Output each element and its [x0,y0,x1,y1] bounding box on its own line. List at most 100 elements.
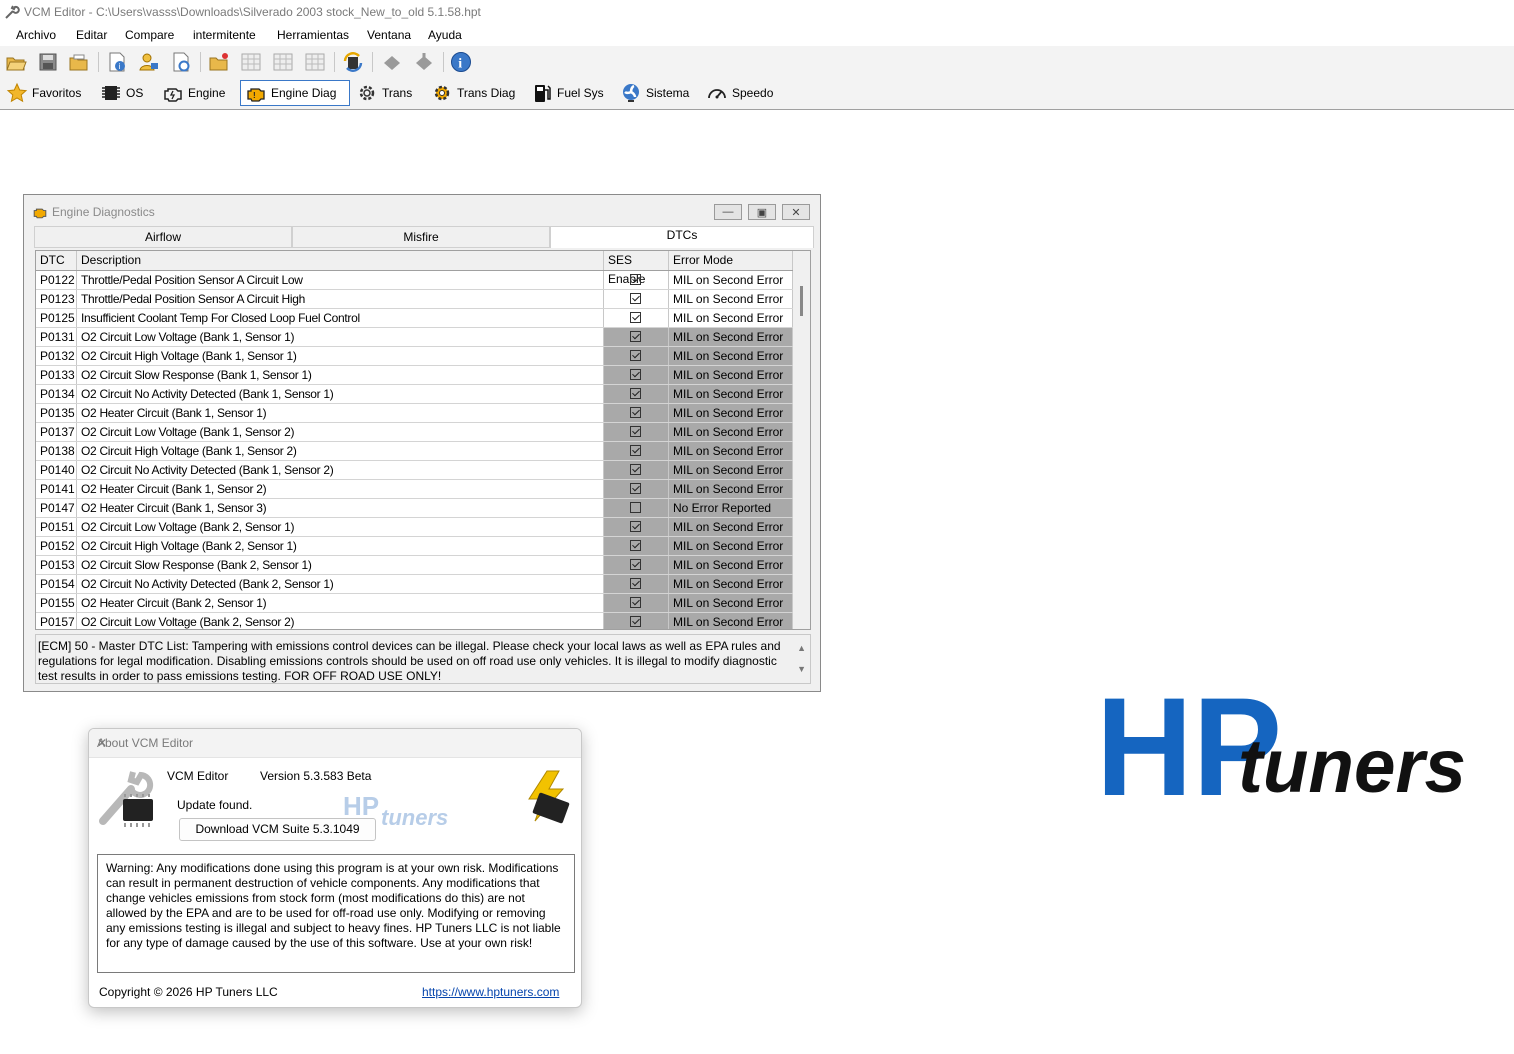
table-icon[interactable] [304,51,326,73]
table-row[interactable]: P0157 O2 Circuit Low Voltage (Bank 2, Sen… [36,613,793,629]
error-mode[interactable]: MIL on Second Error [669,404,793,422]
error-mode[interactable]: MIL on Second Error [669,290,793,308]
download-update-button[interactable]: Download VCM Suite 5.3.1049 [179,818,376,841]
ses-enable-checkbox[interactable] [630,426,641,437]
table-icon[interactable] [240,51,262,73]
error-mode[interactable]: No Error Reported [669,499,793,517]
table-row[interactable]: P0141 O2 Heater Circuit (Bank 1, Sensor 2… [36,480,793,499]
ses-enable-checkbox[interactable] [630,464,641,475]
menu-archivo[interactable]: Archivo [16,28,56,42]
error-mode[interactable]: MIL on Second Error [669,575,793,593]
table-row[interactable]: P0138 O2 Circuit High Voltage (Bank 1, Se… [36,442,793,461]
open-icon[interactable] [5,51,27,73]
table-row[interactable]: P0133 O2 Circuit Slow Response (Bank 1, S… [36,366,793,385]
error-mode[interactable]: MIL on Second Error [669,518,793,536]
menu-intermitente[interactable]: intermitente [193,28,256,42]
table-row[interactable]: P0155 O2 Heater Circuit (Bank 2, Sensor 1… [36,594,793,613]
nav-engine[interactable]: Engine [158,80,229,106]
maximize-button[interactable]: ▣ [748,204,776,220]
ses-enable-checkbox[interactable] [630,521,641,532]
col-description[interactable]: Description [77,251,604,270]
read-icon[interactable] [413,51,435,73]
info-icon[interactable]: i [450,51,472,73]
file-settings-icon[interactable] [170,51,192,73]
ses-enable-checkbox[interactable] [630,407,641,418]
ses-enable-checkbox[interactable] [630,350,641,361]
ses-enable-checkbox[interactable] [630,369,641,380]
scroll-up-arrow-icon[interactable]: ▲ [797,641,806,656]
nav-os[interactable]: OS [96,80,147,106]
ses-enable-checkbox[interactable] [630,616,641,627]
table-row[interactable]: P0125 Insufficient Coolant Temp For Close… [36,309,793,328]
table-row[interactable]: P0134 O2 Circuit No Activity Detected (Ba… [36,385,793,404]
menu-ayuda[interactable]: Ayuda [428,28,462,42]
scroll-thumb[interactable] [800,286,803,316]
error-mode[interactable]: MIL on Second Error [669,328,793,346]
user-key-icon[interactable] [138,51,160,73]
menu-ventana[interactable]: Ventana [367,28,411,42]
nav-trans[interactable]: Trans [352,80,416,106]
ses-enable-checkbox[interactable] [630,559,641,570]
error-mode[interactable]: MIL on Second Error [669,366,793,384]
open-folder-icon[interactable] [68,51,90,73]
table-row[interactable]: P0152 O2 Circuit High Voltage (Bank 2, Se… [36,537,793,556]
error-mode[interactable]: MIL on Second Error [669,271,793,289]
nav-trans-diag[interactable]: Trans Diag [427,80,519,106]
menu-editar[interactable]: Editar [76,28,107,42]
menu-compare[interactable]: Compare [125,28,174,42]
error-mode[interactable]: MIL on Second Error [669,556,793,574]
scroll-down-arrow-icon[interactable]: ▼ [797,662,806,677]
tab-airflow[interactable]: Airflow [34,226,292,248]
table-row[interactable]: P0140 O2 Circuit No Activity Detected (Ba… [36,461,793,480]
ses-enable-checkbox[interactable] [630,578,641,589]
error-mode[interactable]: MIL on Second Error [669,537,793,555]
table-row[interactable]: P0135 O2 Heater Circuit (Bank 1, Sensor 1… [36,404,793,423]
table-row[interactable]: P0122 Throttle/Pedal Position Sensor A Ci… [36,271,793,290]
error-mode[interactable]: MIL on Second Error [669,442,793,460]
table-row[interactable]: P0153 O2 Circuit Slow Response (Bank 2, S… [36,556,793,575]
ses-enable-checkbox[interactable] [630,445,641,456]
file-info-icon[interactable]: i [106,51,128,73]
save-icon[interactable] [37,51,59,73]
table-row[interactable]: P0131 O2 Circuit Low Voltage (Bank 1, Sen… [36,328,793,347]
website-link[interactable]: https://www.hptuners.com [422,985,559,999]
table-row[interactable]: P0151 O2 Circuit Low Voltage (Bank 2, Sen… [36,518,793,537]
table-row[interactable]: P0154 O2 Circuit No Activity Detected (Ba… [36,575,793,594]
table-scrollbar[interactable] [793,251,810,629]
error-mode[interactable]: MIL on Second Error [669,594,793,612]
nav-engine-diag[interactable]: ! Engine Diag [240,80,350,106]
tab-dtcs[interactable]: DTCs [550,226,814,248]
nav-fuel-sys[interactable]: Fuel Sys [527,80,608,106]
table-row[interactable]: P0132 O2 Circuit High Voltage (Bank 1, Se… [36,347,793,366]
close-button[interactable]: ✕ [782,204,810,220]
ses-enable-checkbox[interactable] [630,483,641,494]
ses-enable-checkbox[interactable] [630,293,641,304]
nav-favoritos[interactable]: Favoritos [2,80,85,106]
ses-enable-checkbox[interactable] [630,312,641,323]
close-icon[interactable]: ✕ [97,736,573,750]
ses-enable-checkbox[interactable] [630,502,641,513]
table-icon[interactable] [272,51,294,73]
error-mode[interactable]: MIL on Second Error [669,309,793,327]
col-dtc[interactable]: DTC [36,251,77,270]
nav-sistema[interactable]: Sistema [616,80,693,106]
ses-enable-checkbox[interactable] [630,597,641,608]
error-mode[interactable]: MIL on Second Error [669,423,793,441]
table-row[interactable]: P0137 O2 Circuit Low Voltage (Bank 1, Sen… [36,423,793,442]
ses-enable-checkbox[interactable] [630,331,641,342]
ses-enable-checkbox[interactable] [630,540,641,551]
error-mode[interactable]: MIL on Second Error [669,461,793,479]
error-mode[interactable]: MIL on Second Error [669,480,793,498]
error-mode[interactable]: MIL on Second Error [669,613,793,629]
table-row[interactable]: P0147 O2 Heater Circuit (Bank 1, Sensor 3… [36,499,793,518]
write-icon[interactable] [381,51,403,73]
col-ses-enable[interactable]: SES Enable [604,251,669,286]
table-row[interactable]: P0123 Throttle/Pedal Position Sensor A Ci… [36,290,793,309]
new-folder-icon[interactable] [208,51,230,73]
error-mode[interactable]: MIL on Second Error [669,347,793,365]
ses-enable-checkbox[interactable] [630,388,641,399]
convert-icon[interactable] [342,51,364,73]
error-mode[interactable]: MIL on Second Error [669,385,793,403]
ses-enable-checkbox[interactable] [630,274,641,285]
tab-misfire[interactable]: Misfire [292,226,550,248]
